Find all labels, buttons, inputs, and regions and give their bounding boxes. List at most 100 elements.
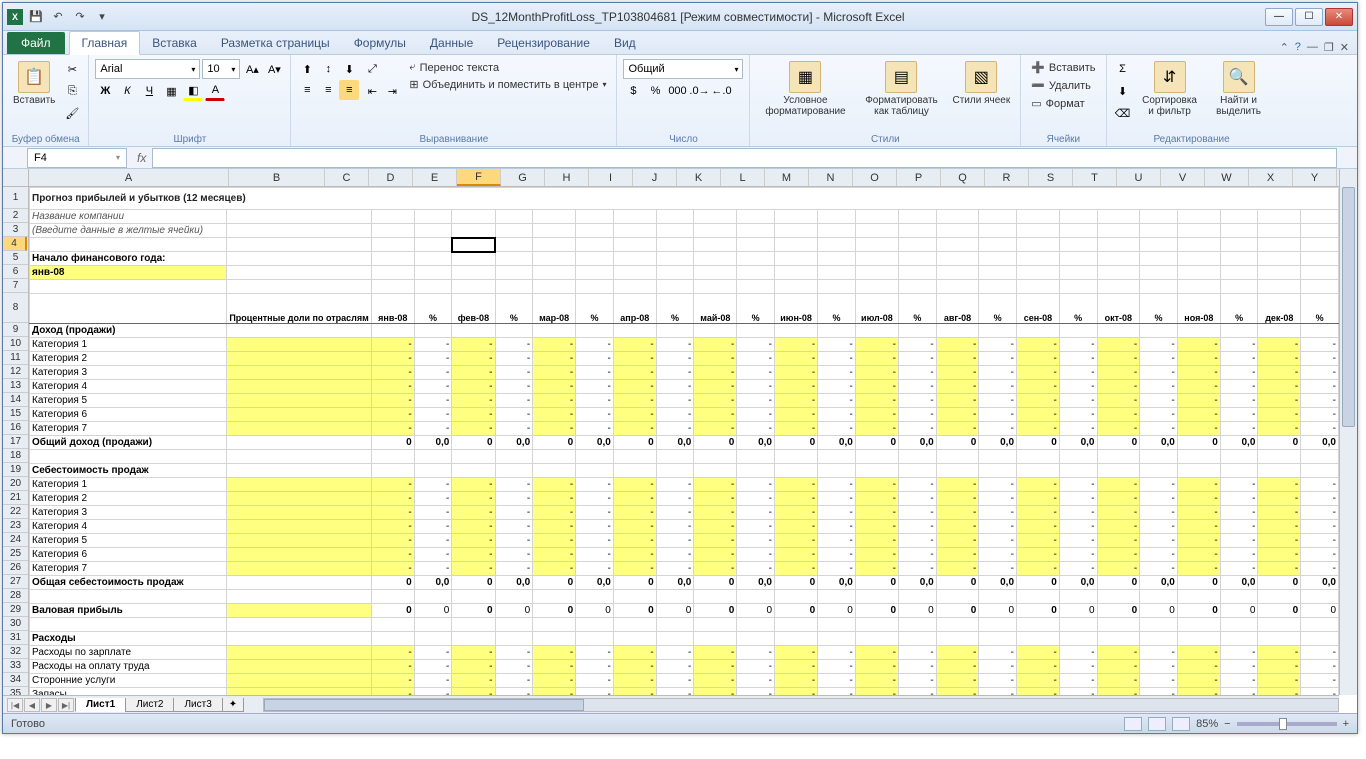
col-header-N[interactable]: N xyxy=(809,169,853,186)
decrease-indent-icon[interactable]: ⇤ xyxy=(362,81,382,101)
qat-save-icon[interactable]: 💾 xyxy=(27,8,45,26)
expense-cell[interactable]: Расходы по зарплате xyxy=(30,646,227,660)
clear-icon[interactable]: ⌫ xyxy=(1113,103,1133,123)
ribbon-tab-6[interactable]: Вид xyxy=(602,32,648,54)
category-cell[interactable]: Категория 6 xyxy=(30,548,227,562)
expense-cell[interactable]: Расходы на оплату труда xyxy=(30,660,227,674)
col-header-C[interactable]: C xyxy=(325,169,369,186)
col-header-U[interactable]: U xyxy=(1117,169,1161,186)
align-left-icon[interactable]: ≡ xyxy=(297,80,317,100)
underline-button[interactable]: Ч xyxy=(139,81,159,101)
col-header-P[interactable]: P xyxy=(897,169,941,186)
ribbon-tab-0[interactable]: Главная xyxy=(69,31,141,55)
minimize-button[interactable]: — xyxy=(1265,8,1293,26)
find-select-button[interactable]: 🔍Найти и выделить xyxy=(1207,59,1271,119)
increase-indent-icon[interactable]: ⇥ xyxy=(382,81,402,101)
category-cell[interactable]: Категория 2 xyxy=(30,492,227,506)
category-cell[interactable]: Категория 7 xyxy=(30,562,227,576)
decrease-decimal-icon[interactable]: ←.0 xyxy=(711,81,731,101)
delete-cells-button[interactable]: ➖Удалить xyxy=(1027,77,1095,94)
align-bottom-icon[interactable]: ⬇ xyxy=(339,59,359,79)
ribbon-tab-1[interactable]: Вставка xyxy=(140,32,209,54)
ribbon-tab-3[interactable]: Формулы xyxy=(342,32,418,54)
file-tab[interactable]: Файл xyxy=(7,32,65,54)
font-color-button[interactable]: A xyxy=(205,81,225,101)
row-header-19[interactable]: 19 xyxy=(3,463,28,477)
category-cell[interactable]: Категория 7 xyxy=(30,422,227,436)
row-header-6[interactable]: 6 xyxy=(3,265,28,279)
tab-last-icon[interactable]: ▶| xyxy=(58,698,74,712)
align-top-icon[interactable]: ⬆ xyxy=(297,59,317,79)
col-header-B[interactable]: B xyxy=(229,169,325,186)
row-header-28[interactable]: 28 xyxy=(3,589,28,603)
ribbon-minimize-icon[interactable]: ⌃ xyxy=(1280,41,1289,54)
sheet-tab-Лист3[interactable]: Лист3 xyxy=(173,698,222,712)
sort-filter-button[interactable]: ⇵Сортировка и фильтр xyxy=(1136,59,1204,119)
active-cell[interactable] xyxy=(452,238,495,252)
increase-decimal-icon[interactable]: .0→ xyxy=(689,81,709,101)
page-break-view-button[interactable] xyxy=(1172,717,1190,731)
row-header-27[interactable]: 27 xyxy=(3,575,28,589)
category-cell[interactable]: Категория 5 xyxy=(30,534,227,548)
row-header-13[interactable]: 13 xyxy=(3,379,28,393)
format-table-button[interactable]: ▤Форматировать как таблицу xyxy=(857,59,945,119)
wrap-text-button[interactable]: ⤶Перенос текста xyxy=(405,59,610,76)
merge-center-button[interactable]: ⊞Объединить и поместить в центре▾ xyxy=(405,76,610,93)
col-header-D[interactable]: D xyxy=(369,169,413,186)
bold-button[interactable]: Ж xyxy=(95,81,115,101)
category-cell[interactable]: Категория 1 xyxy=(30,338,227,352)
row-header-34[interactable]: 34 xyxy=(3,673,28,687)
zoom-out-button[interactable]: − xyxy=(1224,718,1230,730)
cut-icon[interactable]: ✂ xyxy=(62,59,82,79)
font-name-combo[interactable]: Arial▾ xyxy=(95,59,200,79)
col-header-I[interactable]: I xyxy=(589,169,633,186)
row-header-33[interactable]: 33 xyxy=(3,659,28,673)
grow-font-icon[interactable]: A▴ xyxy=(242,59,262,79)
maximize-button[interactable]: ☐ xyxy=(1295,8,1323,26)
orientation-icon[interactable]: ⤢ xyxy=(362,59,382,79)
align-center-icon[interactable]: ≡ xyxy=(318,80,338,100)
row-header-10[interactable]: 10 xyxy=(3,337,28,351)
workbook-close-icon[interactable]: ✕ xyxy=(1340,41,1349,54)
row-header-17[interactable]: 17 xyxy=(3,435,28,449)
col-header-L[interactable]: L xyxy=(721,169,765,186)
align-middle-icon[interactable]: ↕ xyxy=(318,59,338,79)
expense-cell[interactable]: Запасы xyxy=(30,688,227,696)
col-header-V[interactable]: V xyxy=(1161,169,1205,186)
row-header-5[interactable]: 5 xyxy=(3,251,28,265)
row-header-22[interactable]: 22 xyxy=(3,505,28,519)
percent-icon[interactable]: % xyxy=(645,81,665,101)
vertical-scrollbar[interactable] xyxy=(1339,169,1357,695)
cell-grid[interactable]: Прогноз прибылей и убытков (12 месяцев)Н… xyxy=(29,187,1339,695)
company-name-cell[interactable]: Название компании xyxy=(30,210,227,224)
autosum-icon[interactable]: Σ xyxy=(1113,59,1133,79)
col-header-Z[interactable]: Z xyxy=(1337,169,1339,186)
col-header-H[interactable]: H xyxy=(545,169,589,186)
row-header-32[interactable]: 32 xyxy=(3,645,28,659)
format-painter-icon[interactable]: 🖌 xyxy=(62,103,82,123)
help-icon[interactable]: ? xyxy=(1295,41,1301,54)
col-header-J[interactable]: J xyxy=(633,169,677,186)
comma-icon[interactable]: 000 xyxy=(667,81,687,101)
row-header-35[interactable]: 35 xyxy=(3,687,28,695)
fy-value[interactable]: янв-08 xyxy=(30,266,227,280)
ribbon-tab-5[interactable]: Рецензирование xyxy=(485,32,602,54)
row-header-4[interactable]: 4 xyxy=(3,237,27,251)
align-right-icon[interactable]: ≡ xyxy=(339,80,359,100)
col-header-W[interactable]: W xyxy=(1205,169,1249,186)
row-header-29[interactable]: 29 xyxy=(3,603,28,617)
row-header-12[interactable]: 12 xyxy=(3,365,28,379)
font-size-combo[interactable]: 10▾ xyxy=(202,59,240,79)
row-header-7[interactable]: 7 xyxy=(3,279,28,293)
sheet-tab-Лист1[interactable]: Лист1 xyxy=(75,698,126,712)
horizontal-scrollbar[interactable] xyxy=(263,698,1339,712)
zoom-percent[interactable]: 85% xyxy=(1196,718,1218,730)
col-header-Y[interactable]: Y xyxy=(1293,169,1337,186)
select-all-corner[interactable] xyxy=(3,169,29,187)
qat-more-icon[interactable]: ▾ xyxy=(93,8,111,26)
category-cell[interactable]: Категория 2 xyxy=(30,352,227,366)
col-header-T[interactable]: T xyxy=(1073,169,1117,186)
row-header-23[interactable]: 23 xyxy=(3,519,28,533)
cell-styles-button[interactable]: ▧Стили ячеек xyxy=(948,59,1014,108)
paste-button[interactable]: 📋 Вставить xyxy=(9,59,59,108)
